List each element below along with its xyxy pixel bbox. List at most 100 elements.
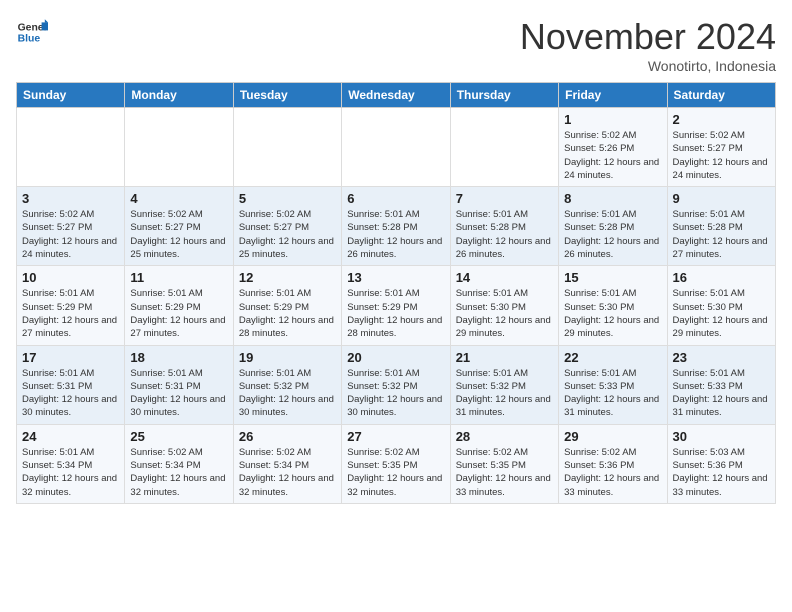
title-area: November 2024 Wonotirto, Indonesia (520, 16, 776, 74)
day-info: Sunrise: 5:02 AM Sunset: 5:35 PM Dayligh… (456, 446, 553, 499)
day-cell: 14Sunrise: 5:01 AM Sunset: 5:30 PM Dayli… (450, 266, 558, 345)
day-cell: 21Sunrise: 5:01 AM Sunset: 5:32 PM Dayli… (450, 345, 558, 424)
week-row-4: 17 Sunrise: 5:01 AM Sunset: 5:31 PM Dayli… (17, 345, 776, 424)
day-number: 24 (22, 429, 119, 444)
day-info: Sunrise: 5:01 AM Sunset: 5:28 PM Dayligh… (673, 208, 770, 261)
day-cell: 26 Sunrise: 5:02 AM Sunset: 5:34 PM Dayli… (233, 424, 341, 503)
day-header-sunday: Sunday (17, 83, 125, 108)
day-info: Sunrise: 5:01 AM Sunset: 5:29 PM Dayligh… (239, 287, 336, 340)
day-number: 20 (347, 350, 444, 365)
day-info: Sunrise: 5:01 AM Sunset: 5:28 PM Dayligh… (564, 208, 661, 261)
week-row-1: 1 Sunrise: 5:02 AM Sunset: 5:26 PM Daylig… (17, 108, 776, 187)
day-number: 9 (673, 191, 770, 206)
day-cell: 27 Sunrise: 5:02 AM Sunset: 5:35 PM Dayli… (342, 424, 450, 503)
day-info: Sunrise: 5:01 AM Sunset: 5:29 PM Dayligh… (347, 287, 444, 340)
day-number: 23 (673, 350, 770, 365)
day-info: Sunrise: 5:03 AM Sunset: 5:36 PM Dayligh… (673, 446, 770, 499)
day-cell: 4 Sunrise: 5:02 AM Sunset: 5:27 PM Daylig… (125, 187, 233, 266)
day-number: 6 (347, 191, 444, 206)
day-number: 8 (564, 191, 661, 206)
day-info: Sunrise: 5:02 AM Sunset: 5:27 PM Dayligh… (22, 208, 119, 261)
day-info: Sunrise: 5:01 AM Sunset: 5:31 PM Dayligh… (130, 367, 227, 420)
day-number: 10 (22, 270, 119, 285)
day-info: Sunrise: 5:01 AM Sunset: 5:30 PM Dayligh… (673, 287, 770, 340)
day-cell (450, 108, 558, 187)
day-cell: 13 Sunrise: 5:01 AM Sunset: 5:29 PM Dayli… (342, 266, 450, 345)
week-row-3: 10 Sunrise: 5:01 AM Sunset: 5:29 PM Dayli… (17, 266, 776, 345)
logo-icon: General Blue (16, 16, 48, 48)
day-cell: 20 Sunrise: 5:01 AM Sunset: 5:32 PM Dayli… (342, 345, 450, 424)
day-cell: 10 Sunrise: 5:01 AM Sunset: 5:29 PM Dayli… (17, 266, 125, 345)
day-number: 2 (673, 112, 770, 127)
day-info: Sunrise: 5:01 AM Sunset: 5:29 PM Dayligh… (130, 287, 227, 340)
day-info: Sunrise: 5:02 AM Sunset: 5:26 PM Dayligh… (564, 129, 661, 182)
day-number: 25 (130, 429, 227, 444)
day-info: Sunrise: 5:02 AM Sunset: 5:36 PM Dayligh… (564, 446, 661, 499)
day-cell: 6Sunrise: 5:01 AM Sunset: 5:28 PM Daylig… (342, 187, 450, 266)
day-cell: 7 Sunrise: 5:01 AM Sunset: 5:28 PM Daylig… (450, 187, 558, 266)
day-info: Sunrise: 5:01 AM Sunset: 5:32 PM Dayligh… (456, 367, 553, 420)
day-cell: 18 Sunrise: 5:01 AM Sunset: 5:31 PM Dayli… (125, 345, 233, 424)
day-number: 27 (347, 429, 444, 444)
day-info: Sunrise: 5:02 AM Sunset: 5:27 PM Dayligh… (130, 208, 227, 261)
day-cell: 16 Sunrise: 5:01 AM Sunset: 5:30 PM Dayli… (667, 266, 775, 345)
day-number: 13 (347, 270, 444, 285)
header-row: SundayMondayTuesdayWednesdayThursdayFrid… (17, 83, 776, 108)
week-row-2: 3 Sunrise: 5:02 AM Sunset: 5:27 PM Daylig… (17, 187, 776, 266)
day-header-tuesday: Tuesday (233, 83, 341, 108)
day-info: Sunrise: 5:01 AM Sunset: 5:33 PM Dayligh… (564, 367, 661, 420)
day-number: 12 (239, 270, 336, 285)
day-cell: 19 Sunrise: 5:01 AM Sunset: 5:32 PM Dayli… (233, 345, 341, 424)
day-info: Sunrise: 5:02 AM Sunset: 5:34 PM Dayligh… (239, 446, 336, 499)
day-cell: 22 Sunrise: 5:01 AM Sunset: 5:33 PM Dayli… (559, 345, 667, 424)
day-info: Sunrise: 5:01 AM Sunset: 5:32 PM Dayligh… (347, 367, 444, 420)
day-cell (125, 108, 233, 187)
day-number: 18 (130, 350, 227, 365)
day-number: 1 (564, 112, 661, 127)
day-cell: 12 Sunrise: 5:01 AM Sunset: 5:29 PM Dayli… (233, 266, 341, 345)
day-info: Sunrise: 5:01 AM Sunset: 5:28 PM Dayligh… (456, 208, 553, 261)
day-header-wednesday: Wednesday (342, 83, 450, 108)
page-header: General Blue November 2024 Wonotirto, In… (16, 16, 776, 74)
day-number: 4 (130, 191, 227, 206)
day-number: 30 (673, 429, 770, 444)
day-cell: 15Sunrise: 5:01 AM Sunset: 5:30 PM Dayli… (559, 266, 667, 345)
day-info: Sunrise: 5:02 AM Sunset: 5:27 PM Dayligh… (673, 129, 770, 182)
day-number: 11 (130, 270, 227, 285)
day-number: 16 (673, 270, 770, 285)
day-info: Sunrise: 5:02 AM Sunset: 5:35 PM Dayligh… (347, 446, 444, 499)
day-header-monday: Monday (125, 83, 233, 108)
day-cell: 25 Sunrise: 5:02 AM Sunset: 5:34 PM Dayli… (125, 424, 233, 503)
day-number: 26 (239, 429, 336, 444)
day-number: 22 (564, 350, 661, 365)
day-cell: 11 Sunrise: 5:01 AM Sunset: 5:29 PM Dayli… (125, 266, 233, 345)
day-number: 29 (564, 429, 661, 444)
day-info: Sunrise: 5:01 AM Sunset: 5:31 PM Dayligh… (22, 367, 119, 420)
week-row-5: 24 Sunrise: 5:01 AM Sunset: 5:34 PM Dayli… (17, 424, 776, 503)
svg-text:Blue: Blue (18, 34, 41, 45)
day-number: 17 (22, 350, 119, 365)
day-info: Sunrise: 5:01 AM Sunset: 5:29 PM Dayligh… (22, 287, 119, 340)
location: Wonotirto, Indonesia (520, 58, 776, 74)
day-cell: 24 Sunrise: 5:01 AM Sunset: 5:34 PM Dayli… (17, 424, 125, 503)
day-cell: 23 Sunrise: 5:01 AM Sunset: 5:33 PM Dayli… (667, 345, 775, 424)
month-title: November 2024 (520, 16, 776, 58)
day-cell (233, 108, 341, 187)
day-cell: 29 Sunrise: 5:02 AM Sunset: 5:36 PM Dayli… (559, 424, 667, 503)
day-number: 7 (456, 191, 553, 206)
day-info: Sunrise: 5:01 AM Sunset: 5:33 PM Dayligh… (673, 367, 770, 420)
day-cell: 3 Sunrise: 5:02 AM Sunset: 5:27 PM Daylig… (17, 187, 125, 266)
day-info: Sunrise: 5:02 AM Sunset: 5:27 PM Dayligh… (239, 208, 336, 261)
day-info: Sunrise: 5:02 AM Sunset: 5:34 PM Dayligh… (130, 446, 227, 499)
calendar-table: SundayMondayTuesdayWednesdayThursdayFrid… (16, 82, 776, 504)
day-info: Sunrise: 5:01 AM Sunset: 5:32 PM Dayligh… (239, 367, 336, 420)
day-number: 3 (22, 191, 119, 206)
day-cell: 1 Sunrise: 5:02 AM Sunset: 5:26 PM Daylig… (559, 108, 667, 187)
day-number: 19 (239, 350, 336, 365)
day-cell: 30 Sunrise: 5:03 AM Sunset: 5:36 PM Dayli… (667, 424, 775, 503)
day-header-thursday: Thursday (450, 83, 558, 108)
day-cell: 9 Sunrise: 5:01 AM Sunset: 5:28 PM Daylig… (667, 187, 775, 266)
day-info: Sunrise: 5:01 AM Sunset: 5:34 PM Dayligh… (22, 446, 119, 499)
day-cell: 17 Sunrise: 5:01 AM Sunset: 5:31 PM Dayli… (17, 345, 125, 424)
day-cell (17, 108, 125, 187)
